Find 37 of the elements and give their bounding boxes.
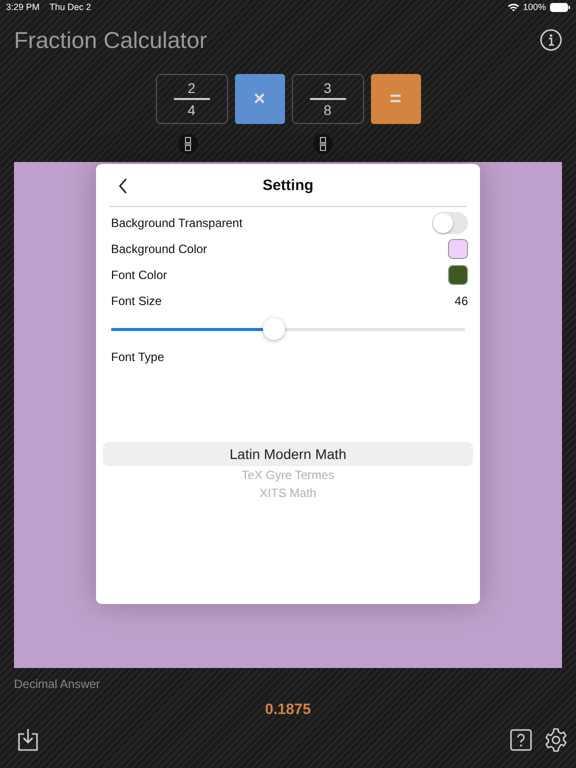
fraction-box[interactable]: 3 8 xyxy=(292,74,364,124)
fraction-icon[interactable] xyxy=(178,134,198,154)
numerator: 2 xyxy=(188,80,196,96)
fraction-icon[interactable] xyxy=(312,134,332,154)
wifi-icon xyxy=(508,3,519,11)
decimal-answer: 0.1875 xyxy=(264,701,312,718)
slider-thumb[interactable] xyxy=(262,318,285,340)
numerator: 3 xyxy=(324,80,332,96)
setting-value: 46 xyxy=(454,294,468,308)
setting-label: Font Type xyxy=(111,350,164,364)
battery-percent: 100% xyxy=(522,2,546,12)
setting-label: Font Color xyxy=(111,268,168,282)
panel-title: Setting xyxy=(262,176,314,194)
setting-label: Background Transparent xyxy=(111,216,242,230)
settings-icon[interactable] xyxy=(544,728,568,752)
color-swatch[interactable] xyxy=(448,239,468,259)
setting-label: Font Size xyxy=(111,294,162,308)
status-date: Thu Dec 2 xyxy=(50,2,92,12)
info-icon[interactable] xyxy=(540,29,562,51)
setting-label: Background Color xyxy=(111,242,208,256)
help-icon[interactable] xyxy=(510,729,532,751)
picker-option[interactable]: Latin Modern Math xyxy=(103,442,473,466)
status-time: 3:29 PM xyxy=(6,2,40,12)
picker-option[interactable]: XITS Math xyxy=(103,484,473,502)
back-button[interactable] xyxy=(118,178,128,194)
denominator: 4 xyxy=(188,102,196,118)
download-icon[interactable] xyxy=(17,728,39,752)
operator-button[interactable]: × xyxy=(234,74,284,124)
answer-label: Decimal Answer xyxy=(14,677,102,691)
equals-button[interactable]: = xyxy=(370,74,420,124)
app-title: Fraction Calculator xyxy=(14,26,208,54)
picker-option[interactable]: TeX Gyre Termes xyxy=(103,466,473,484)
fraction-box[interactable]: 2 4 xyxy=(156,74,228,124)
denominator: 8 xyxy=(324,102,332,118)
battery-icon xyxy=(550,2,570,12)
color-swatch[interactable] xyxy=(448,265,468,285)
toggle-switch[interactable] xyxy=(432,212,468,234)
